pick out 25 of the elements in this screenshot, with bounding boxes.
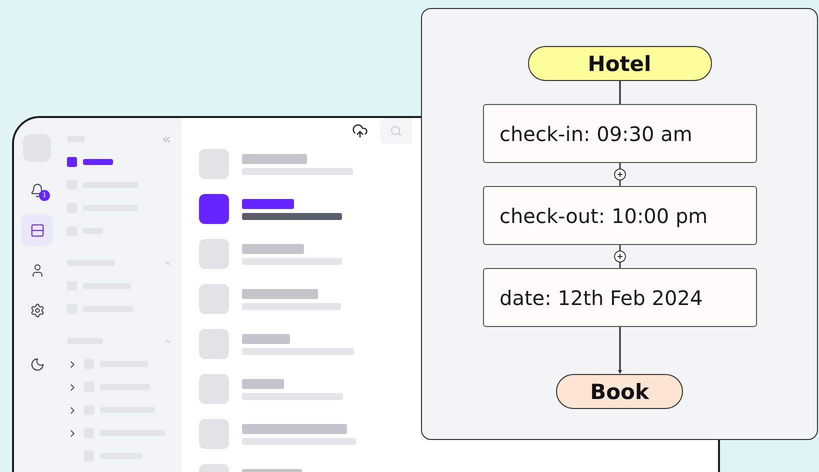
nav-button[interactable] [21, 214, 53, 246]
placeholder-square [67, 157, 77, 167]
search-field[interactable] [380, 118, 412, 144]
step-box: check-in: 09:30 am [482, 104, 756, 163]
layout-icon [30, 222, 44, 238]
settings-icon [30, 302, 44, 318]
add-icon[interactable] [614, 250, 626, 262]
end-node: Book [556, 374, 683, 409]
cloud-upload-icon[interactable] [352, 123, 368, 139]
search-icon [390, 125, 402, 137]
connector-line [618, 81, 622, 104]
list-item[interactable] [199, 194, 342, 224]
step-box: check-out: 10:00 pm [482, 186, 756, 245]
start-node: Hotel [528, 46, 712, 81]
sidebar-item[interactable] [67, 155, 113, 169]
connector-line [618, 163, 620, 186]
add-icon[interactable] [614, 168, 626, 180]
placeholder-bar [83, 159, 113, 165]
arrow [616, 327, 622, 374]
collapse-icon[interactable] [161, 134, 172, 144]
user-icon [30, 262, 44, 278]
bell-icon [30, 182, 44, 198]
connector-line [618, 245, 620, 268]
step-box: date: 12th Feb 2024 [482, 268, 756, 327]
moon-icon [30, 356, 44, 372]
